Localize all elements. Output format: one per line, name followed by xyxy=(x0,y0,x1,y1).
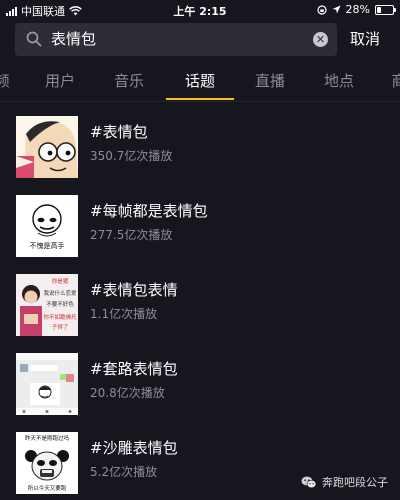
topic-play-count: 20.8亿次播放 xyxy=(90,386,165,400)
panda-meme-icon: 昨天不是刚跑过吗 所以今天又要跑 xyxy=(16,432,78,494)
chat-screenshot-icon xyxy=(16,353,78,415)
tab-video[interactable]: 频 xyxy=(0,62,10,100)
topic-row[interactable]: #套路表情包 20.8亿次播放 xyxy=(0,339,400,417)
topic-thumbnail xyxy=(16,353,78,415)
clear-search-button[interactable]: ✕ xyxy=(313,32,328,47)
status-bar: 中国联通 上午 2:15 28% xyxy=(0,0,400,20)
thumbnail-text: 你是猪 xyxy=(52,277,69,285)
search-input[interactable] xyxy=(51,23,301,56)
category-tabs: 频 用户 音乐 话题 直播 地点 商 xyxy=(0,62,400,102)
orientation-lock-icon xyxy=(316,4,327,15)
battery-percent: 28% xyxy=(345,3,370,16)
tab-topics[interactable]: 话题 xyxy=(185,62,215,100)
topic-play-count: 1.1亿次播放 xyxy=(90,307,158,321)
topic-thumbnail: 昨天不是刚跑过吗 所以今天又要跑 xyxy=(16,432,78,494)
active-tab-indicator xyxy=(166,98,234,100)
watermark-text: 奔跑吧段公子 xyxy=(322,476,388,489)
screen: 中国联通 上午 2:15 28% ✕ xyxy=(0,0,400,500)
thumbnail-text: 不要不好色 xyxy=(46,300,74,308)
thumbnail-text: 子得了 xyxy=(52,323,69,331)
topic-play-count: 277.5亿次播放 xyxy=(90,228,173,242)
topic-thumbnail xyxy=(16,116,78,178)
topic-title: #套路表情包 xyxy=(90,360,178,378)
topic-thumbnail: 不愧是高手 xyxy=(16,195,78,257)
topic-row[interactable]: #表情包 350.7亿次播放 xyxy=(0,102,400,180)
topic-title: #表情包表情 xyxy=(90,281,178,299)
close-icon: ✕ xyxy=(315,33,326,46)
tab-places[interactable]: 地点 xyxy=(324,62,354,100)
tab-music[interactable]: 音乐 xyxy=(114,62,144,100)
topic-row[interactable]: 你是猪 我说什么恋爱 不要不好色 你不如跪佛托 子得了 #表情包表情 1.1亿次… xyxy=(0,260,400,338)
wechat-icon xyxy=(301,476,317,488)
topic-title: #每帧都是表情包 xyxy=(90,202,208,220)
thumbnail-text: 我说什么恋爱 xyxy=(43,289,77,297)
topic-title: #表情包 xyxy=(90,123,148,141)
thumbnail-text: 所以今天又要跑 xyxy=(28,484,67,492)
topic-title: #沙雕表情包 xyxy=(90,439,178,457)
cartoon-face-icon xyxy=(16,116,78,178)
tab-products[interactable]: 商 xyxy=(391,62,400,100)
thumbnail-caption: 不愧是高手 xyxy=(30,241,65,250)
girl-photo-icon: 你是猪 我说什么恋爱 不要不好色 你不如跪佛托 子得了 xyxy=(16,274,78,336)
cancel-button[interactable]: 取消 xyxy=(350,23,380,56)
thumbnail-text: 你不如跪佛托 xyxy=(43,313,77,321)
tab-live[interactable]: 直播 xyxy=(255,62,285,100)
battery-icon xyxy=(375,4,396,15)
thumbnail-text: 昨天不是刚跑过吗 xyxy=(25,434,70,442)
location-icon xyxy=(332,5,341,14)
topic-row[interactable]: 不愧是高手 #每帧都是表情包 277.5亿次播放 xyxy=(0,181,400,259)
search-box[interactable]: ✕ xyxy=(15,23,337,56)
watermark: 奔跑吧段公子 xyxy=(301,474,388,490)
topic-play-count: 5.2亿次播放 xyxy=(90,465,158,479)
tab-users[interactable]: 用户 xyxy=(45,62,75,100)
topic-thumbnail: 你是猪 我说什么恋爱 不要不好色 你不如跪佛托 子得了 xyxy=(16,274,78,336)
status-right: 28% xyxy=(316,3,396,16)
search-icon xyxy=(26,31,42,47)
meme-face-icon: 不愧是高手 xyxy=(16,195,78,257)
topic-play-count: 350.7亿次播放 xyxy=(90,149,173,163)
